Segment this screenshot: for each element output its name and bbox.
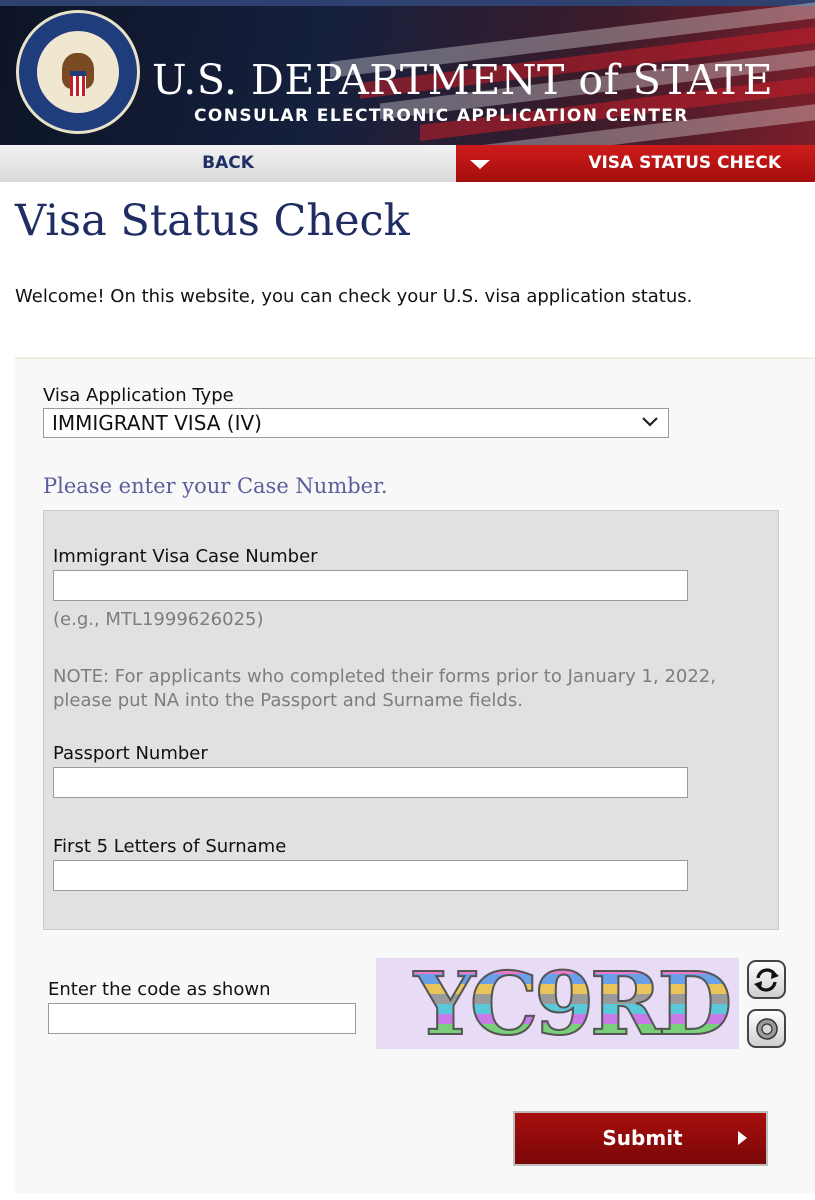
- welcome-text: Welcome! On this website, you can check …: [15, 286, 693, 307]
- site-header: U.S. DEPARTMENT of STATE CONSULAR ELECTR…: [0, 0, 815, 145]
- site-subtitle: CONSULAR ELECTRONIC APPLICATION CENTER: [194, 106, 689, 126]
- refresh-captcha-button[interactable]: [747, 960, 786, 999]
- passport-note: NOTE: For applicants who completed their…: [53, 666, 716, 711]
- visa-status-check-tab[interactable]: VISA STATUS CHECK: [456, 145, 815, 182]
- back-button[interactable]: BACK: [0, 145, 456, 182]
- page-title: Visa Status Check: [15, 196, 410, 246]
- department-seal-icon: [16, 10, 140, 134]
- shield-icon: [70, 71, 86, 96]
- arrow-right-icon: [738, 1131, 747, 1145]
- header-top-line: [0, 0, 815, 6]
- captcha-text: YC9RD: [413, 958, 733, 1049]
- audio-captcha-button[interactable]: [747, 1009, 786, 1048]
- case-number-hint: (e.g., MTL1999626025): [53, 609, 264, 630]
- refresh-icon: [754, 968, 779, 992]
- submit-button[interactable]: Submit: [513, 1111, 768, 1166]
- captcha-input[interactable]: [48, 1003, 356, 1034]
- passport-label: Passport Number: [53, 743, 208, 764]
- case-number-label: Immigrant Visa Case Number: [53, 546, 318, 567]
- captcha-image: YC9RD: [376, 958, 739, 1049]
- back-button-label: BACK: [202, 153, 254, 173]
- passport-input[interactable]: [53, 767, 688, 798]
- captcha-label: Enter the code as shown: [48, 979, 271, 1000]
- case-number-prompt: Please enter your Case Number.: [43, 474, 388, 498]
- chevron-down-icon: [642, 417, 658, 427]
- application-type-label: Visa Application Type: [43, 385, 234, 406]
- application-type-value: IMMIGRANT VISA (IV): [52, 411, 262, 435]
- nav-bar: BACK VISA STATUS CHECK: [0, 145, 815, 182]
- application-type-select[interactable]: IMMIGRANT VISA (IV): [43, 408, 669, 438]
- surname-input[interactable]: [53, 860, 688, 891]
- speaker-icon: [756, 1018, 778, 1040]
- surname-label: First 5 Letters of Surname: [53, 836, 287, 857]
- visa-status-check-label: VISA STATUS CHECK: [588, 153, 781, 173]
- seal-inner: [37, 31, 119, 113]
- caret-down-icon: [470, 160, 490, 169]
- case-number-input[interactable]: [53, 570, 688, 601]
- site-title: U.S. DEPARTMENT of STATE: [152, 56, 774, 104]
- submit-label: Submit: [602, 1126, 683, 1150]
